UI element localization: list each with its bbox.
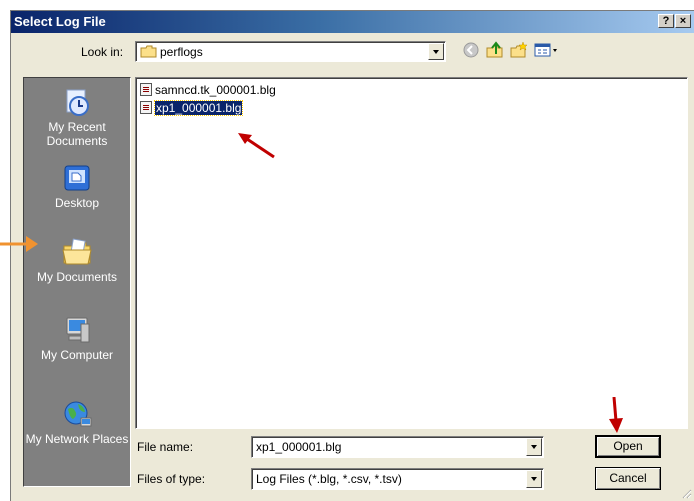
file-name-value: xp1_000001.blg: [256, 440, 342, 454]
file-name-label: File name:: [137, 440, 194, 454]
desktop-icon: [64, 165, 90, 191]
place-recent-documents[interactable]: My Recent Documents: [24, 86, 130, 148]
folder-icon: [140, 45, 157, 58]
log-file-icon: [140, 83, 152, 96]
place-label: Desktop: [54, 196, 100, 210]
look-in-dropdown-arrow[interactable]: [428, 43, 444, 60]
file-type-dropdown[interactable]: Log Files (*.blg, *.csv, *.tsv): [251, 468, 544, 490]
title-bar: Select Log File ? ×: [11, 11, 694, 33]
new-folder-icon[interactable]: [509, 41, 529, 59]
place-label: My Computer: [40, 348, 114, 362]
place-label: My Recent Documents: [46, 120, 108, 148]
red-arrow-to-open-icon: [609, 397, 623, 433]
close-button[interactable]: ×: [675, 14, 691, 28]
resize-grip-icon[interactable]: [680, 487, 692, 499]
my-documents-icon: [62, 238, 92, 265]
place-label: My Documents: [36, 270, 118, 284]
look-in-value: perflogs: [160, 45, 203, 59]
place-network-places[interactable]: My Network Places: [24, 398, 130, 446]
my-computer-icon: [66, 317, 90, 343]
network-places-icon: [64, 401, 92, 427]
dialog-title: Select Log File: [14, 14, 106, 29]
cancel-button[interactable]: Cancel: [595, 467, 661, 490]
list-item[interactable]: samncd.tk_000001.blg: [140, 82, 276, 98]
views-menu-icon[interactable]: [533, 41, 561, 59]
recent-documents-icon: [66, 89, 89, 116]
orange-arrow-icon: [0, 236, 38, 252]
list-item-selected[interactable]: xp1_000001.blg: [140, 100, 244, 116]
open-button[interactable]: Open: [595, 435, 661, 458]
up-folder-icon[interactable]: [485, 41, 505, 59]
file-name: samncd.tk_000001.blg: [155, 83, 276, 97]
file-type-value: Log Files (*.blg, *.csv, *.tsv): [256, 472, 402, 486]
place-label: My Network Places: [25, 432, 129, 446]
file-name-dropdown-arrow[interactable]: [526, 438, 542, 456]
back-icon[interactable]: [461, 41, 481, 59]
file-list[interactable]: samncd.tk_000001.blg xp1_000001.blg: [135, 77, 688, 429]
look-in-dropdown[interactable]: perflogs: [135, 41, 446, 62]
file-type-dropdown-arrow[interactable]: [526, 470, 542, 488]
file-name: xp1_000001.blg: [153, 100, 244, 116]
red-arrow-to-file-icon: [238, 133, 275, 159]
log-file-icon: [140, 101, 152, 114]
select-log-file-dialog: Select Log File ? × Look in: perflogs My…: [10, 10, 694, 501]
place-desktop[interactable]: Desktop: [24, 162, 130, 210]
look-in-label: Look in:: [81, 45, 124, 59]
file-type-label: Files of type:: [137, 472, 206, 486]
places-bar: My Recent Documents Desktop My Documents: [23, 77, 131, 487]
place-my-computer[interactable]: My Computer: [24, 314, 130, 362]
file-name-field[interactable]: xp1_000001.blg: [251, 436, 544, 458]
help-button[interactable]: ?: [658, 14, 674, 28]
